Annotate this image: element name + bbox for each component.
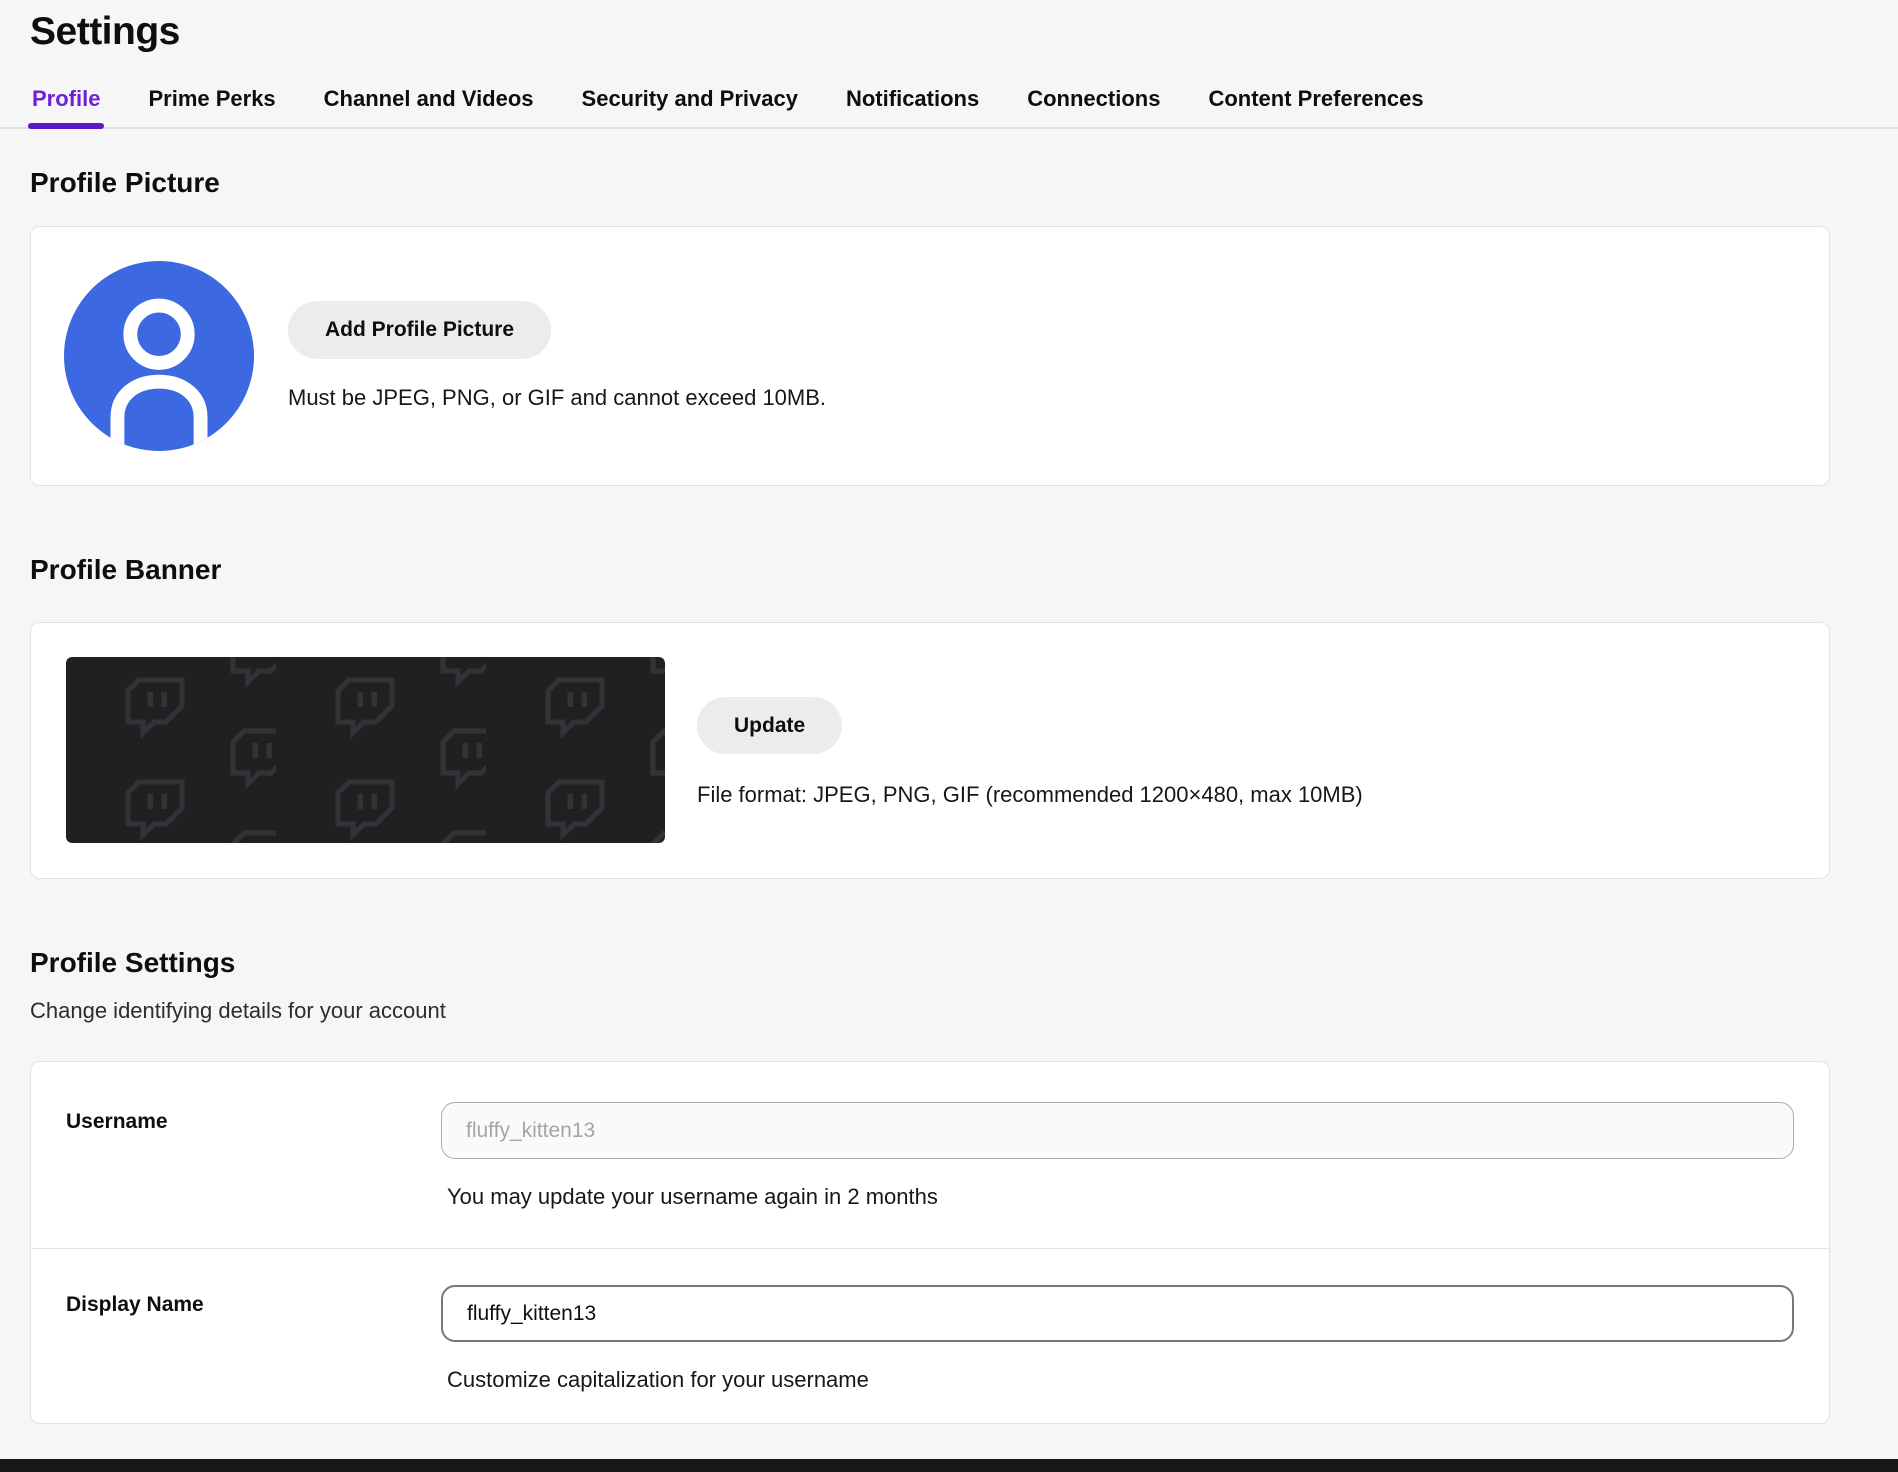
profile-settings-heading: Profile Settings bbox=[30, 947, 236, 978]
settings-tabs: Profile Prime Perks Channel and Videos S… bbox=[0, 86, 1898, 129]
profile-banner-hint: File format: JPEG, PNG, GIF (recommended… bbox=[697, 782, 1363, 808]
profile-banner-card: Update File format: JPEG, PNG, GIF (reco… bbox=[30, 622, 1830, 879]
profile-settings-subheading: Change identifying details for your acco… bbox=[30, 998, 446, 1023]
tab-prime-perks[interactable]: Prime Perks bbox=[146, 86, 277, 127]
profile-banner-heading: Profile Banner bbox=[30, 554, 222, 585]
profile-banner-preview bbox=[66, 657, 665, 843]
display-name-label: Display Name bbox=[66, 1293, 204, 1316]
person-icon bbox=[64, 261, 254, 451]
bottom-bar bbox=[0, 1459, 1898, 1472]
display-name-helper: Customize capitalization for your userna… bbox=[447, 1367, 869, 1392]
display-name-row: Display Name Customize capitalization fo… bbox=[31, 1249, 1829, 1423]
profile-picture-card: Add Profile Picture Must be JPEG, PNG, o… bbox=[30, 226, 1830, 486]
add-profile-picture-button[interactable]: Add Profile Picture bbox=[288, 301, 552, 359]
profile-settings-card: Username You may update your username ag… bbox=[30, 1061, 1830, 1424]
tab-connections[interactable]: Connections bbox=[1025, 86, 1162, 127]
display-name-input[interactable] bbox=[441, 1285, 1794, 1342]
tab-channel-and-videos[interactable]: Channel and Videos bbox=[322, 86, 536, 127]
username-row: Username You may update your username ag… bbox=[31, 1062, 1829, 1248]
tab-security-and-privacy[interactable]: Security and Privacy bbox=[580, 86, 800, 127]
tab-profile[interactable]: Profile bbox=[27, 86, 105, 129]
profile-picture-hint: Must be JPEG, PNG, or GIF and cannot exc… bbox=[288, 384, 827, 410]
update-banner-button[interactable]: Update bbox=[697, 697, 843, 755]
page-title: Settings bbox=[30, 10, 180, 53]
profile-picture-heading: Profile Picture bbox=[30, 167, 220, 198]
username-label: Username bbox=[66, 1110, 168, 1133]
tab-content-preferences[interactable]: Content Preferences bbox=[1206, 86, 1425, 127]
avatar bbox=[64, 261, 254, 451]
tab-notifications[interactable]: Notifications bbox=[844, 86, 981, 127]
username-helper: You may update your username again in 2 … bbox=[447, 1184, 938, 1209]
username-input[interactable] bbox=[441, 1102, 1794, 1159]
twitch-logo-pattern bbox=[66, 657, 665, 843]
